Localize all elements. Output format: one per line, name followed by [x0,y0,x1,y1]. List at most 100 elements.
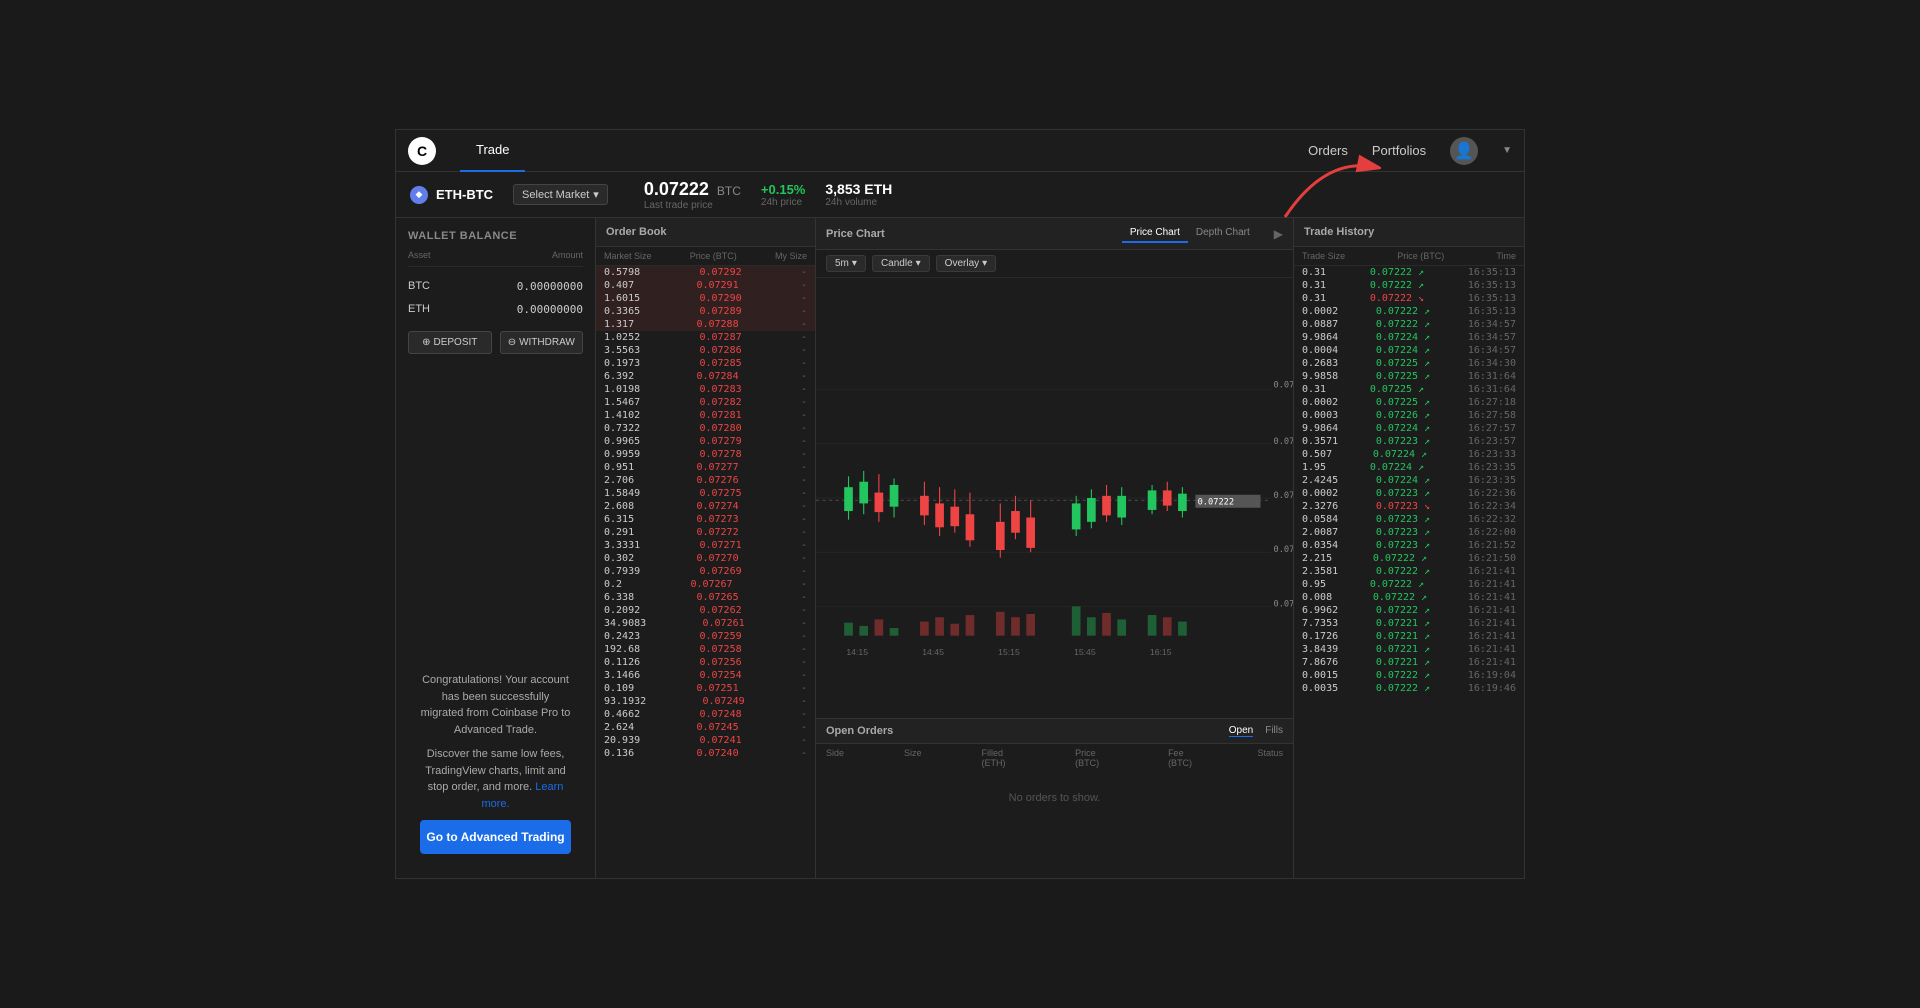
promo-text: Congratulations! Your account has been s… [420,672,571,738]
th-row: 9.9864 0.07224 ↗ 16:27:57 [1294,422,1524,435]
volume-label: 24h volume [825,197,892,208]
th-row: 0.3571 0.07223 ↗ 16:23:57 [1294,435,1524,448]
ob-ask-row: 0.1126 0.07256 - [596,656,815,669]
th-row: 0.31 0.07225 ↗ 16:31:64 [1294,383,1524,396]
ob-ask-row: 0.302 0.07270 - [596,552,815,565]
avatar[interactable]: 👤 [1450,137,1478,165]
tab-depth-chart[interactable]: Depth Chart [1188,224,1258,243]
nav-tab-trade[interactable]: Trade [460,130,525,172]
ticker-price-group: 0.07222 BTC Last trade price [644,179,741,211]
th-row: 2.3276 0.07223 ↘ 16:22:34 [1294,500,1524,513]
ob-ask-row: 1.0198 0.07283 - [596,383,815,396]
ob-ask-row: 6.392 0.07284 - [596,370,815,383]
change-label: 24h price [761,197,805,208]
th-row: 9.9858 0.07225 ↗ 16:31:64 [1294,370,1524,383]
ob-col-my-size: My Size [775,251,807,261]
ob-col-headers: Market Size Price (BTC) My Size [596,247,815,266]
chevron-icon: ▾ [852,258,857,269]
trade-history-header: Trade History [1294,218,1524,247]
th-col-time: Time [1496,251,1516,261]
nav-link-orders[interactable]: Orders [1308,143,1348,158]
th-row: 0.0002 0.07223 ↗ 16:22:36 [1294,487,1524,500]
volume: 3,853 ETH [825,181,892,197]
ob-col-price: Price (BTC) [690,251,737,261]
coinbase-logo[interactable]: C [408,137,436,165]
ob-ask-row: 0.2423 0.07259 - [596,630,815,643]
advanced-trading-button[interactable]: Go to Advanced Trading [420,820,571,854]
th-rows: 0.31 0.07222 ↗ 16:35:13 0.31 0.07222 ↗ 1… [1294,266,1524,878]
ob-ask-row: 6.338 0.07265 - [596,591,815,604]
th-row: 0.0035 0.07222 ↗ 16:19:46 [1294,682,1524,695]
th-row: 2.0087 0.07223 ↗ 16:22:00 [1294,526,1524,539]
ob-ask-row: 93.1932 0.07249 - [596,695,815,708]
th-col-size: Trade Size [1302,251,1345,261]
th-row: 0.507 0.07224 ↗ 16:23:33 [1294,448,1524,461]
col-amount: Amount [552,250,583,260]
sidebar: Wallet Balance Asset Amount BTC 0.000000… [396,218,596,878]
ticker-volume-group: 3,853 ETH 24h volume [825,181,892,208]
oo-col-fee: Fee (BTC) [1168,748,1197,768]
ob-ask-row: 0.5798 0.07292 - [596,266,815,279]
th-row: 0.0354 0.07223 ↗ 16:21:52 [1294,539,1524,552]
tab-fills[interactable]: Fills [1265,725,1283,737]
ticker-change-group: +0.15% 24h price [761,182,805,208]
ob-ask-row: 0.9965 0.07279 - [596,435,815,448]
minus-icon: ⊖ [508,337,516,348]
ob-ask-row: 2.706 0.07276 - [596,474,815,487]
top-nav: C Trade Orders Portfolios 👤 ▼ [396,130,1524,172]
plus-icon: ⊕ [422,337,430,348]
th-row: 0.0887 0.07222 ↗ 16:34:57 [1294,318,1524,331]
oo-col-size: Size [904,748,922,768]
nav-link-portfolios[interactable]: Portfolios [1372,143,1426,158]
nav-right: Orders Portfolios 👤 ▼ [1308,137,1512,165]
ob-ask-row: 0.2 0.07267 - [596,578,815,591]
ob-ask-row: 0.136 0.07240 - [596,747,815,760]
th-row: 0.0002 0.07225 ↗ 16:27:18 [1294,396,1524,409]
tab-open[interactable]: Open [1229,725,1253,737]
withdraw-button[interactable]: ⊖ WITHDRAW [500,331,584,354]
ob-ask-row: 0.7939 0.07269 - [596,565,815,578]
open-orders-header: Open Orders Open Fills [816,719,1293,744]
svg-text:0.07210: 0.07210 [1273,599,1293,609]
select-market-button[interactable]: Select Market ▾ [513,184,608,205]
overlay-selector[interactable]: Overlay ▾ [936,255,996,272]
chevron-icon: ▾ [593,188,599,201]
chart-type-selector[interactable]: Candle ▾ [872,255,930,272]
ob-ask-row: 20.939 0.07241 - [596,734,815,747]
ob-ask-row: 2.608 0.07274 - [596,500,815,513]
th-row: 9.9864 0.07224 ↗ 16:34:57 [1294,331,1524,344]
ob-ask-row: 1.5849 0.07275 - [596,487,815,500]
oo-col-price: Price (BTC) [1075,748,1108,768]
asset-btc-amount: 0.00000000 [517,280,583,293]
ob-ask-row: 1.4102 0.07281 - [596,409,815,422]
svg-text:0.07238: 0.07238 [1273,380,1293,390]
wallet-title: Wallet Balance [408,230,583,242]
asset-eth-name: ETH [408,303,430,316]
ob-ask-row: 192.68 0.07258 - [596,643,815,656]
svg-text:14:45: 14:45 [922,647,944,657]
svg-text:0.07222: 0.07222 [1198,498,1234,508]
promo-discover: Discover the same low fees, TradingView … [420,746,571,812]
th-row: 7.8676 0.07221 ↗ 16:21:41 [1294,656,1524,669]
market-name: ETH-BTC [436,187,493,202]
timeframe-selector[interactable]: 5m ▾ [826,255,866,272]
ob-ask-row: 1.317 0.07288 - [596,318,815,331]
svg-text:0.07230: 0.07230 [1273,437,1293,447]
chevron-icon2: ▾ [916,258,921,269]
market-selector[interactable]: ◆ ETH-BTC [410,186,493,204]
order-book: Order Book Market Size Price (BTC) My Si… [596,218,816,878]
price-label: Last trade price [644,200,741,211]
ob-ask-row: 3.5563 0.07286 - [596,344,815,357]
chevron-icon3: ▾ [982,258,987,269]
th-row: 0.31 0.07222 ↗ 16:35:13 [1294,266,1524,279]
ob-ask-row: 3.3331 0.07271 - [596,539,815,552]
deposit-button[interactable]: ⊕ DEPOSIT [408,331,492,354]
th-row: 2.3581 0.07222 ↗ 16:21:41 [1294,565,1524,578]
chart-header: Price Chart Price Chart Depth Chart ▶ [816,218,1293,250]
th-row: 0.31 0.07222 ↘ 16:35:13 [1294,292,1524,305]
wallet-header: Asset Amount [408,250,583,267]
ob-ask-row: 0.3365 0.07289 - [596,305,815,318]
expand-icon[interactable]: ▶ [1274,227,1283,241]
tab-price-chart[interactable]: Price Chart [1122,224,1188,243]
th-row: 0.1726 0.07221 ↗ 16:21:41 [1294,630,1524,643]
